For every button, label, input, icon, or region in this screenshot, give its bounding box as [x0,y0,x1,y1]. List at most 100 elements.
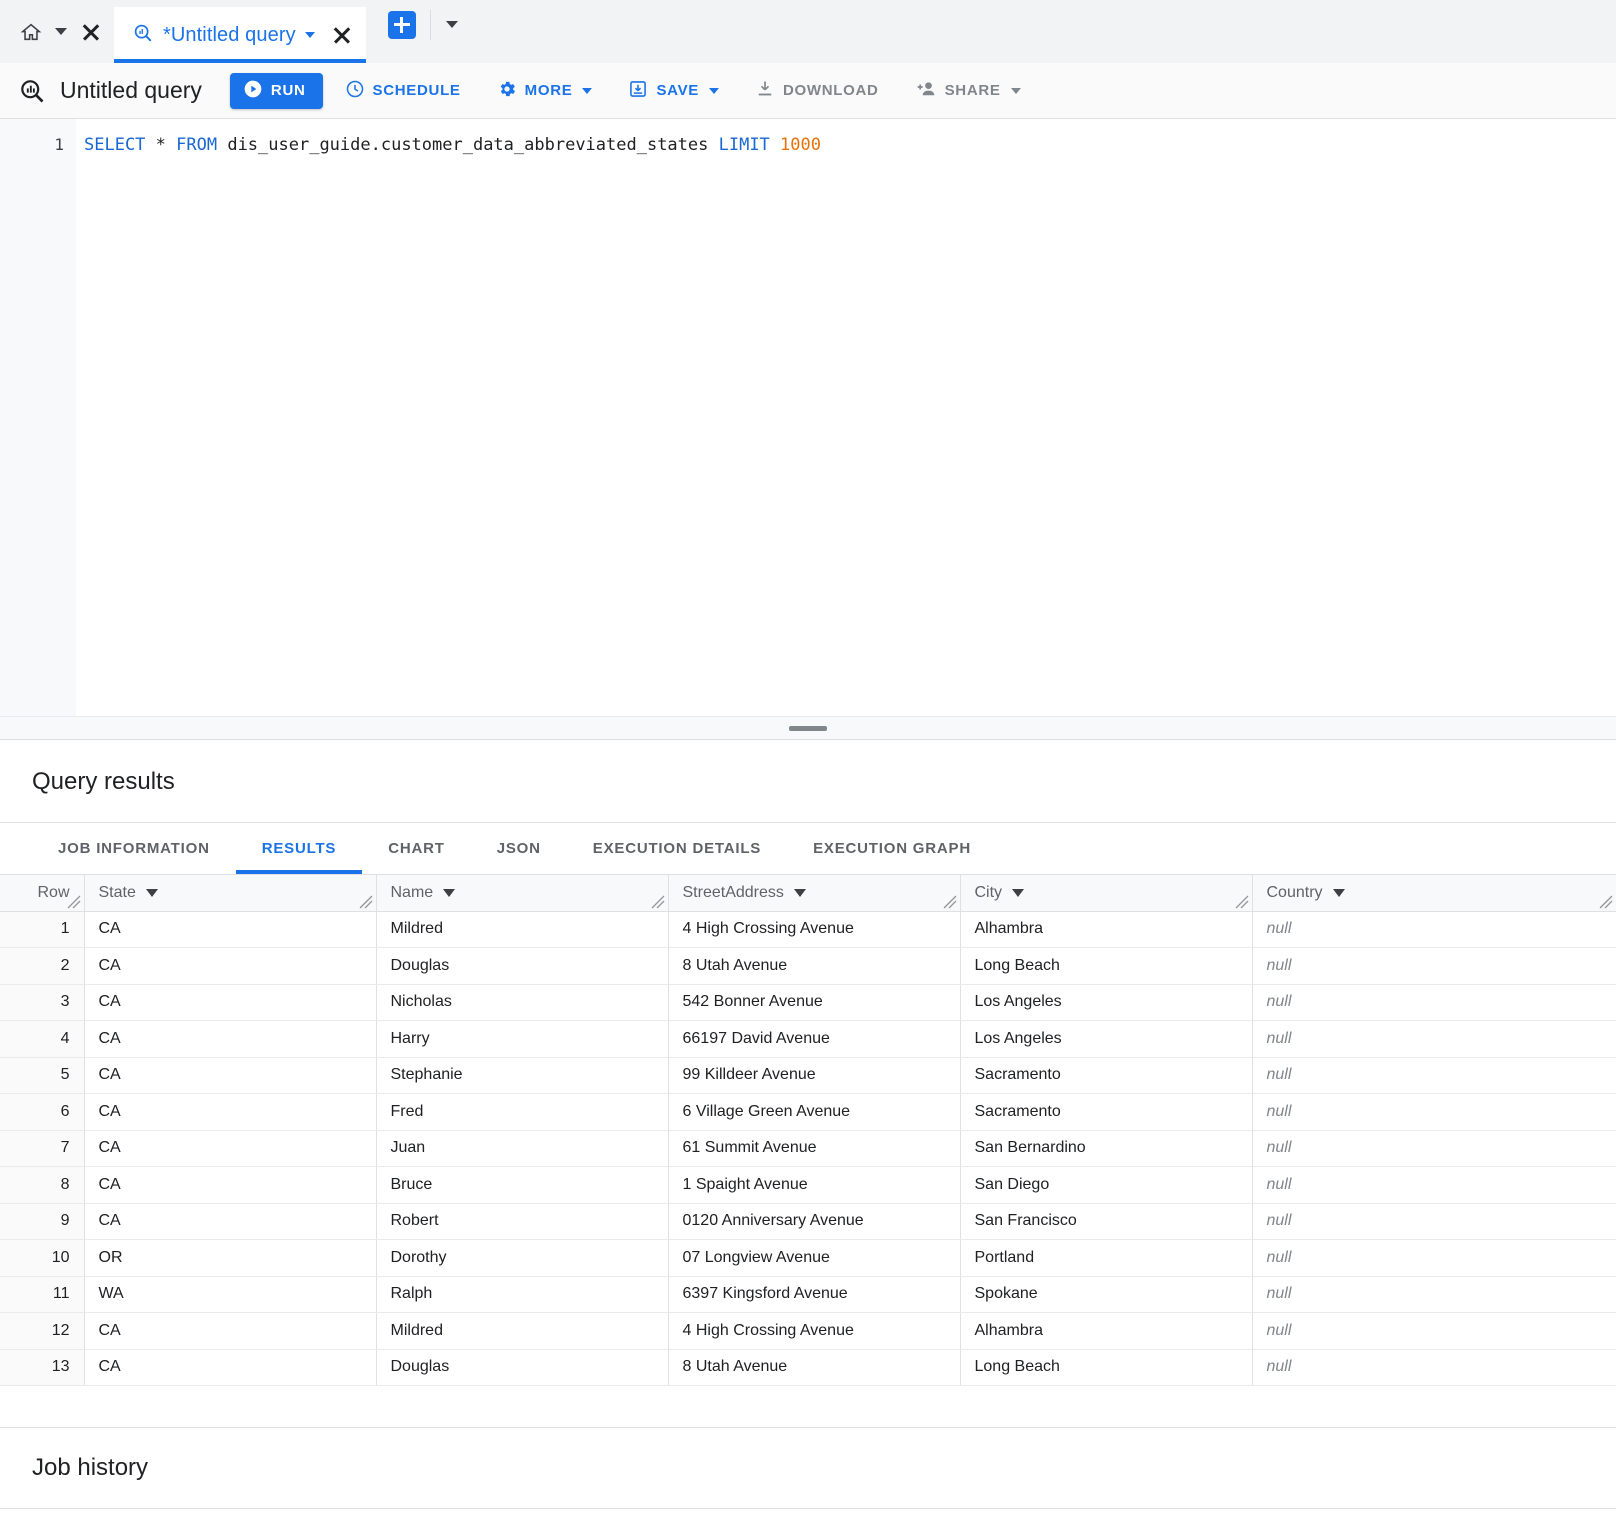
tab-untitled-query[interactable]: *Untitled query [114,7,366,63]
page-title: Untitled query [60,77,202,104]
cell-country: null [1252,911,1616,948]
cell-streetaddress: 61 Summit Avenue [668,1130,960,1167]
home-icon[interactable] [14,15,48,49]
sql-code-area[interactable]: SELECT * FROM dis_user_guide.customer_da… [76,119,1616,716]
cell-city: Sacramento [960,1057,1252,1094]
tab-overflow-chevron-down-icon[interactable] [441,10,463,40]
tab-chevron-down-icon[interactable] [305,32,315,38]
cell-country: null [1252,1167,1616,1204]
cell-country: null [1252,1313,1616,1350]
sql-editor[interactable]: 1 SELECT * FROM dis_user_guide.customer_… [0,119,1616,716]
column-header-name[interactable]: Name [376,875,668,911]
cell-city: San Diego [960,1167,1252,1204]
save-icon [628,79,648,103]
schedule-label: SCHEDULE [373,82,461,99]
cell-name: Dorothy [376,1240,668,1277]
download-button[interactable]: DOWNLOAD [741,73,893,109]
table-row[interactable]: 1CAMildred4 High Crossing AvenueAlhambra… [0,911,1616,948]
column-resize-handle[interactable] [943,895,957,909]
home-close-icon[interactable] [74,15,108,49]
bigquery-icon [132,22,154,49]
run-button[interactable]: RUN [230,73,323,109]
chevron-down-icon[interactable] [1012,889,1024,897]
sql-keyword-select: SELECT [84,135,145,155]
cell-state: WA [84,1276,376,1313]
column-resize-handle[interactable] [359,895,373,909]
new-tab-button[interactable] [388,11,416,39]
table-row[interactable]: 5CAStephanie99 Killdeer AvenueSacramento… [0,1057,1616,1094]
column-resize-handle[interactable] [67,895,81,909]
tab-execution-graph[interactable]: EXECUTION GRAPH [787,823,997,874]
share-chevron-down-icon [1011,88,1021,94]
cell-row-number: 2 [0,948,84,985]
table-row[interactable]: 4CAHarry66197 David AvenueLos Angelesnul… [0,1021,1616,1058]
schedule-button[interactable]: SCHEDULE [331,73,475,109]
cell-state: CA [84,1167,376,1204]
cell-row-number: 3 [0,984,84,1021]
share-button[interactable]: SHARE [901,73,1035,109]
results-table-body: 1CAMildred4 High Crossing AvenueAlhambra… [0,911,1616,1386]
cell-row-number: 10 [0,1240,84,1277]
table-row[interactable]: 7CAJuan61 Summit AvenueSan Bernardinonul… [0,1130,1616,1167]
panel-splitter[interactable] [0,716,1616,740]
cell-streetaddress: 6397 Kingsford Avenue [668,1276,960,1313]
bigquery-query-icon [10,77,54,105]
home-chevron-down-icon[interactable] [50,17,72,47]
chevron-down-icon[interactable] [1333,889,1345,897]
splitter-drag-handle[interactable] [789,726,827,731]
cell-streetaddress: 66197 David Avenue [668,1021,960,1058]
cell-name: Bruce [376,1167,668,1204]
save-button[interactable]: SAVE [614,73,733,109]
run-label: RUN [271,82,306,99]
cell-country: null [1252,1203,1616,1240]
column-resize-handle[interactable] [651,895,665,909]
column-resize-handle[interactable] [1599,895,1613,909]
tab-close-icon[interactable] [332,25,352,45]
chevron-down-icon[interactable] [443,889,455,897]
download-icon [755,79,775,103]
cell-name: Stephanie [376,1057,668,1094]
sql-star: * [145,135,176,155]
column-header-country[interactable]: Country [1252,875,1616,911]
cell-streetaddress: 8 Utah Avenue [668,1349,960,1386]
table-row[interactable]: 6CAFred6 Village Green AvenueSacramenton… [0,1094,1616,1131]
column-header-state[interactable]: State [84,875,376,911]
cell-streetaddress: 542 Bonner Avenue [668,984,960,1021]
table-row[interactable]: 11WARalph6397 Kingsford AvenueSpokanenul… [0,1276,1616,1313]
cell-row-number: 13 [0,1349,84,1386]
chevron-down-icon[interactable] [794,889,806,897]
cell-name: Harry [376,1021,668,1058]
cell-city: San Bernardino [960,1130,1252,1167]
column-header-row[interactable]: Row [0,875,84,911]
tab-results[interactable]: RESULTS [236,823,363,874]
table-row[interactable]: 13CADouglas8 Utah AvenueLong Beachnull [0,1349,1616,1386]
tab-chart[interactable]: CHART [362,823,471,874]
table-row[interactable]: 12CAMildred4 High Crossing AvenueAlhambr… [0,1313,1616,1350]
cell-row-number: 12 [0,1313,84,1350]
table-row[interactable]: 3CANicholas542 Bonner AvenueLos Angelesn… [0,984,1616,1021]
table-row[interactable]: 8CABruce1 Spaight AvenueSan Diegonull [0,1167,1616,1204]
line-number: 1 [54,135,64,154]
sql-keyword-from: FROM [176,135,217,155]
cell-row-number: 8 [0,1167,84,1204]
tab-job-information[interactable]: JOB INFORMATION [32,823,236,874]
column-header-city[interactable]: City [960,875,1252,911]
sql-keyword-limit: LIMIT [719,135,770,155]
more-button[interactable]: MORE [483,73,607,109]
cell-state: CA [84,1313,376,1350]
cell-row-number: 9 [0,1203,84,1240]
cell-state: CA [84,948,376,985]
table-row[interactable]: 10ORDorothy07 Longview AvenuePortlandnul… [0,1240,1616,1277]
cell-streetaddress: 99 Killdeer Avenue [668,1057,960,1094]
cell-name: Juan [376,1130,668,1167]
tab-json[interactable]: JSON [471,823,567,874]
gear-icon [497,79,517,103]
chevron-down-icon[interactable] [146,889,158,897]
tab-execution-details[interactable]: EXECUTION DETAILS [567,823,787,874]
column-resize-handle[interactable] [1235,895,1249,909]
table-row[interactable]: 9CARobert0120 Anniversary AvenueSan Fran… [0,1203,1616,1240]
cell-row-number: 5 [0,1057,84,1094]
column-header-streetaddress[interactable]: StreetAddress [668,875,960,911]
tab-label: *Untitled query [163,24,296,47]
table-row[interactable]: 2CADouglas8 Utah AvenueLong Beachnull [0,948,1616,985]
